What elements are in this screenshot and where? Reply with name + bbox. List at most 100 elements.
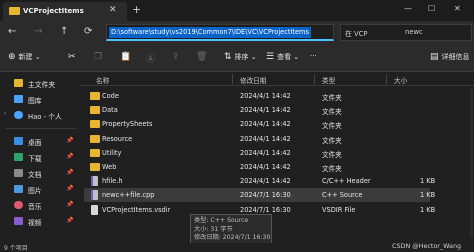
sidebar-item-onedrive[interactable]: › Hao - 个人 bbox=[0, 108, 78, 122]
search-box[interactable]: 在 VCP newc bbox=[340, 24, 472, 41]
share-button[interactable]: ⇪ bbox=[172, 52, 183, 62]
view-button[interactable]: ☰ 查看 ⌄ bbox=[266, 52, 299, 62]
folder-icon bbox=[90, 106, 100, 115]
pin-icon[interactable]: 📌 bbox=[66, 201, 73, 208]
rename-icon: Ⓐ bbox=[146, 55, 156, 65]
document-icon bbox=[14, 169, 23, 177]
details-button[interactable]: ▤ 详细信息 bbox=[430, 52, 470, 62]
close-tab-icon[interactable]: ✕ bbox=[109, 5, 117, 15]
minimize-button[interactable]: — bbox=[404, 4, 412, 13]
up-button[interactable]: ↑ bbox=[60, 26, 68, 37]
refresh-button[interactable]: ⟳ bbox=[84, 26, 92, 37]
folder-icon bbox=[90, 92, 100, 100]
delete-button[interactable]: 🗑 bbox=[196, 52, 210, 62]
maximize-button[interactable]: ☐ bbox=[428, 4, 435, 13]
scrollbar[interactable] bbox=[470, 88, 473, 238]
column-modified[interactable]: 修改日期 bbox=[240, 75, 266, 85]
address-bar[interactable]: D:\software\study\vs2019\Common7\IDE\VC\… bbox=[106, 24, 334, 41]
file-name: Resource bbox=[102, 134, 133, 143]
column-divider[interactable] bbox=[314, 74, 315, 84]
forward-button[interactable]: → bbox=[34, 26, 42, 37]
watermark-text: CSDN @Hector_Wang bbox=[392, 242, 462, 250]
file-size: 1 KB bbox=[420, 177, 436, 186]
file-name: Code bbox=[102, 92, 119, 100]
file-name: newc++file.cpp bbox=[102, 191, 155, 200]
file-type: 文件夹 bbox=[322, 122, 342, 131]
paste-button[interactable]: 📋 bbox=[120, 52, 134, 62]
more-button[interactable]: ··· bbox=[310, 52, 317, 60]
picture-icon bbox=[14, 185, 23, 193]
tab-title: VCProjectItems bbox=[23, 7, 84, 15]
new-tab-button[interactable]: + bbox=[132, 3, 141, 16]
new-button[interactable]: ⊕ 新建 ⌄ bbox=[8, 52, 41, 62]
column-name[interactable]: 名称 bbox=[96, 75, 109, 85]
column-header: 名称 修改日期 类型 大小 bbox=[80, 72, 474, 86]
music-icon bbox=[14, 201, 23, 209]
file-type: C/C++ Header bbox=[322, 177, 371, 186]
pin-icon[interactable]: 📌 bbox=[66, 137, 73, 144]
trash-icon: 🗑 bbox=[196, 52, 208, 62]
file-icon bbox=[91, 204, 98, 215]
file-row[interactable]: PropertySheets 2024/4/1 14:42 文件夹 bbox=[84, 117, 430, 131]
column-divider[interactable] bbox=[386, 74, 387, 84]
sidebar-item-downloads[interactable]: 下载 📌 bbox=[0, 150, 78, 164]
sidebar-item-home[interactable]: 主文件夹 bbox=[0, 76, 78, 90]
chevron-right-icon[interactable]: › bbox=[4, 110, 6, 117]
sidebar-item-label: 音乐 bbox=[28, 203, 42, 211]
download-icon bbox=[14, 153, 23, 161]
details-button-label: 详细信息 bbox=[441, 53, 470, 61]
sidebar-item-label: 图片 bbox=[28, 187, 42, 195]
sidebar-item-videos[interactable]: 视频 📌 bbox=[0, 214, 78, 228]
column-divider[interactable] bbox=[232, 74, 233, 84]
file-size: 1 KB bbox=[420, 191, 436, 200]
plus-circle-icon: ⊕ bbox=[8, 52, 16, 62]
folder-icon bbox=[90, 120, 100, 129]
video-icon bbox=[14, 217, 23, 225]
view-button-label: 查看 bbox=[277, 53, 292, 61]
sidebar-item-documents[interactable]: 文档 📌 bbox=[0, 166, 78, 180]
pin-icon[interactable]: 📌 bbox=[66, 217, 73, 224]
close-window-button[interactable]: ✕ bbox=[454, 4, 461, 13]
file-modified: 2024/4/1 14:42 bbox=[240, 177, 291, 186]
file-modified: 2024/4/1 14:42 bbox=[240, 148, 291, 157]
file-row[interactable]: newc++file.cpp 2024/7/1 16:30 C++ Source 1 … bbox=[84, 188, 435, 203]
pin-icon[interactable]: 📌 bbox=[66, 153, 73, 160]
file-row[interactable]: Web 2024/4/1 14:42 文件夹 bbox=[84, 160, 430, 174]
file-row[interactable]: Resource 2024/4/1 14:42 文件夹 bbox=[84, 132, 430, 146]
title-bar: VCProjectItems ✕ + — ☐ ✕ bbox=[0, 0, 474, 21]
cut-button[interactable]: ✂ bbox=[68, 52, 79, 62]
column-size[interactable]: 大小 bbox=[394, 75, 407, 85]
pin-icon[interactable]: 📌 bbox=[66, 169, 73, 176]
tab-vcprojectitems[interactable]: VCProjectItems ✕ bbox=[3, 2, 127, 21]
item-count: 9 个项目 bbox=[4, 245, 28, 252]
sort-button[interactable]: ⇅ 排序 ⌄ bbox=[224, 52, 257, 62]
tooltip-type: 类型: C++ Source bbox=[194, 217, 249, 224]
column-type[interactable]: 类型 bbox=[322, 75, 335, 85]
sidebar-item-label: 桌面 bbox=[28, 139, 42, 147]
file-row[interactable]: hfile.h 2024/4/1 14:42 C/C++ Header 1 KB bbox=[84, 174, 435, 188]
sidebar-item-gallery[interactable]: 图库 bbox=[0, 92, 78, 106]
sort-button-label: 排序 bbox=[234, 53, 249, 61]
sidebar-item-pictures[interactable]: 图片 📌 bbox=[0, 182, 78, 196]
file-row[interactable]: Data 2024/4/1 14:42 文件夹 bbox=[84, 103, 430, 117]
pin-icon[interactable]: 📌 bbox=[66, 185, 73, 192]
gallery-icon bbox=[14, 95, 23, 103]
sidebar-item-label: 下载 bbox=[28, 155, 42, 163]
command-bar: ⊕ 新建 ⌄ ✂ ❐ 📋 Ⓐ ⇪ 🗑 ⇅ 排序 ⌄ ☰ 查看 ⌄ ··· ▤ 详细信息 bbox=[0, 44, 474, 72]
copy-icon: ❐ bbox=[94, 52, 103, 62]
sidebar-item-label: 视频 bbox=[28, 219, 42, 227]
file-row[interactable]: Utility 2024/4/1 14:42 文件夹 bbox=[84, 146, 430, 160]
new-button-label: 新建 bbox=[18, 53, 33, 61]
copy-button[interactable]: ❐ bbox=[94, 52, 105, 62]
rename-button[interactable]: Ⓐ bbox=[146, 52, 158, 65]
file-row[interactable]: Code 2024/4/1 14:42 文件夹 bbox=[84, 89, 430, 103]
file-name: Web bbox=[102, 163, 117, 171]
sidebar-item-label: Hao - 个人 bbox=[28, 113, 62, 121]
code-file-icon bbox=[91, 190, 98, 201]
sidebar-item-desktop[interactable]: 桌面 📌 bbox=[0, 134, 78, 148]
back-button[interactable]: ← bbox=[8, 26, 16, 37]
address-path[interactable]: D:\software\study\vs2019\Common7\IDE\VC\… bbox=[109, 27, 311, 38]
sidebar-item-music[interactable]: 音乐 📌 bbox=[0, 198, 78, 212]
search-input[interactable]: newc bbox=[405, 28, 423, 36]
file-modified: 2024/4/1 14:42 bbox=[240, 163, 291, 171]
